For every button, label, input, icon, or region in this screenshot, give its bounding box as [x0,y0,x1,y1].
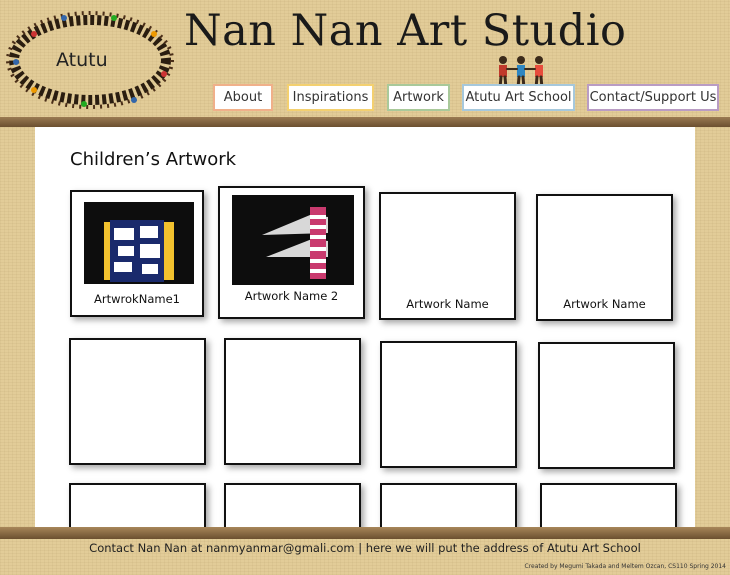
artwork-image-2 [232,195,354,285]
nav-contact-support[interactable]: Contact/Support Us [587,84,719,111]
nav-about[interactable]: About [213,84,273,111]
footer-contact-text: Contact Nan Nan at nanmyanmar@gmali.com … [89,541,641,555]
artwork-card-6[interactable] [224,338,361,465]
artwork-card-1[interactable]: ArtwrokName1 [70,190,204,317]
nav-artwork[interactable]: Artwork [387,84,450,111]
nav-inspirations[interactable]: Inspirations [287,84,374,111]
logo-text: Atutu [56,49,108,71]
atutu-logo[interactable]: Atutu [4,4,184,118]
footer-divider [0,527,730,539]
artwork-thumbnail-1[interactable] [84,202,194,284]
header-divider [0,117,730,127]
artwork-card-8[interactable] [538,342,675,469]
artwork-name-3: Artwork Name [406,297,489,311]
nav-atutu-art-school[interactable]: Atutu Art School [462,84,575,111]
artwork-card-12[interactable] [540,483,677,530]
artwork-card-10[interactable] [224,483,361,530]
artwork-name-4: Artwork Name [563,297,646,311]
artwork-thumbnail-2[interactable] [232,195,354,285]
header: Atutu Nan Nan Art Studio About Inspirati… [0,0,730,127]
artwork-name-1: ArtwrokName1 [94,292,180,306]
site-title: Nan Nan Art Studio [184,6,627,56]
artwork-card-11[interactable] [380,483,517,530]
artwork-card-2[interactable]: Artwork Name 2 [218,186,365,319]
artwork-card-7[interactable] [380,341,517,468]
artwork-card-3[interactable]: Artwork Name [379,192,516,320]
artwork-card-9[interactable] [69,483,206,530]
artwork-name-2: Artwork Name 2 [244,289,339,303]
artwork-card-5[interactable] [69,338,206,465]
main-content: Children’s Artwork ArtwrokName1 Artwork … [35,127,695,530]
artwork-card-4[interactable]: Artwork Name [536,194,673,321]
artwork-image-1 [84,202,194,284]
page-title: Children’s Artwork [70,149,237,170]
footer-credit: Created by Megumi Takada and Meltem Ozca… [524,563,727,570]
